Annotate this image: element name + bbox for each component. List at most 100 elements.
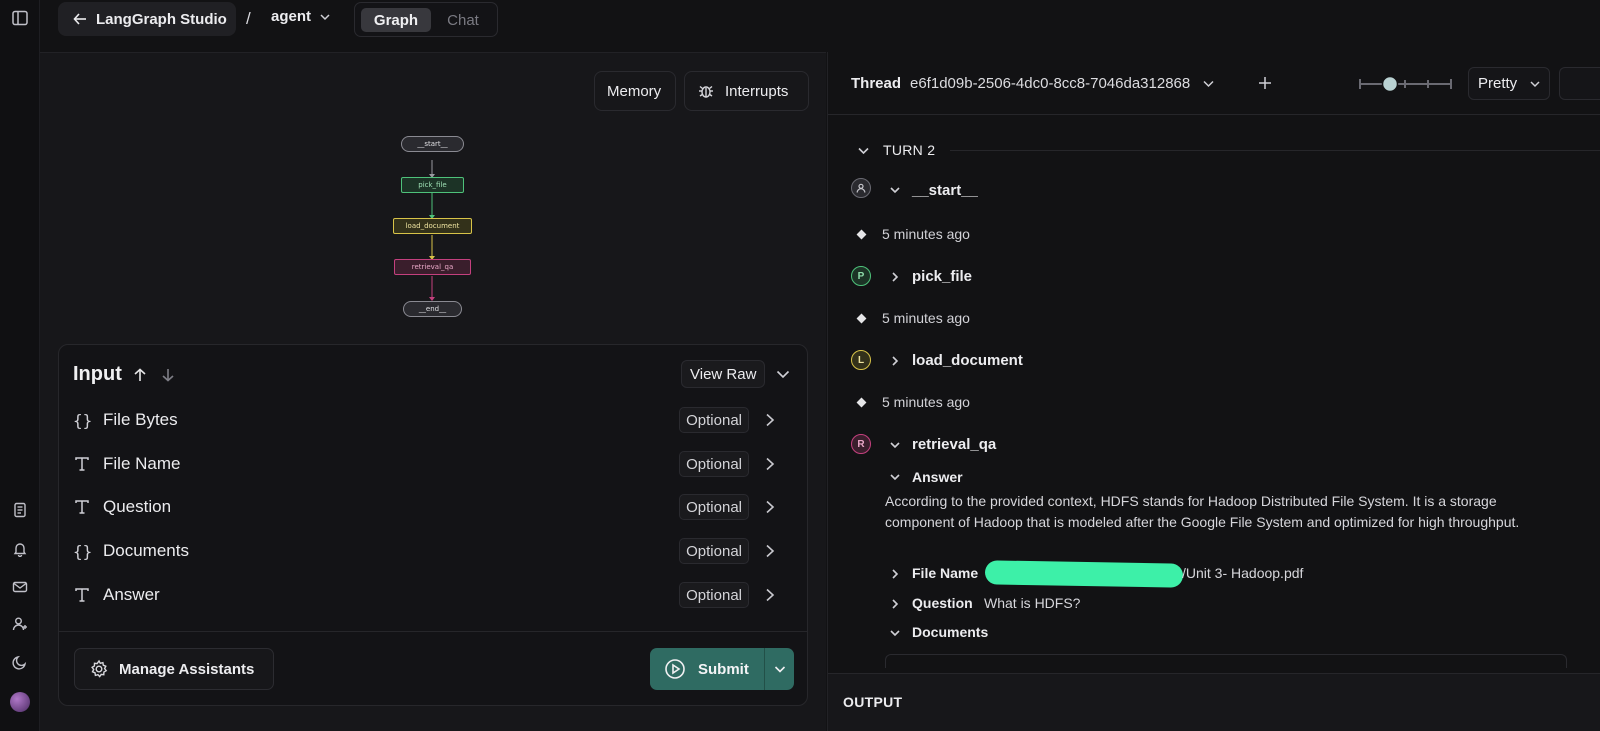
optional-badge: Optional [679,582,749,608]
answer-text: According to the provided context, HDFS … [885,493,1520,530]
graph-node-pick-file[interactable]: pick_file [401,177,464,193]
back-button[interactable]: LangGraph Studio [58,2,236,36]
mail-icon[interactable] [8,575,32,599]
diamond-icon [856,397,867,407]
step-avatar-load-document: L [851,350,871,370]
zoom-slider[interactable] [1358,74,1453,94]
chevron-right-icon[interactable] [763,413,777,427]
graph-node-end[interactable]: __end__ [403,301,462,317]
field-label: Question [103,497,172,516]
chevron-right-icon[interactable] [889,598,901,610]
step-avatar-retrieval-qa: R [851,434,871,454]
output-label: OUTPUT [843,694,903,710]
sidebar-toggle-icon[interactable] [8,6,32,30]
text-type-icon [73,498,97,516]
step-time: 5 minutes ago [856,394,970,410]
chevron-right-icon[interactable] [889,568,901,580]
divider [59,631,807,632]
chevron-down-icon[interactable] [889,439,901,451]
chevron-right-icon[interactable] [889,271,901,283]
file-name-key[interactable]: File Name [912,565,978,581]
arrow-down-icon[interactable] [160,367,176,383]
play-circle-icon [664,658,686,680]
answer-key[interactable]: Answer [912,469,963,485]
submit-options-button[interactable] [765,648,794,690]
time-text: 5 minutes ago [882,226,970,242]
manage-assistants-label: Manage Assistants [119,660,255,678]
graph-selector[interactable]: agent [271,8,331,25]
question-value: What is HDFS? [984,595,1081,611]
turn-divider [950,150,1600,151]
file-name-value: /Unit 3- Hadoop.pdf [1182,565,1304,581]
gear-icon [89,659,109,679]
new-thread-plus-icon[interactable] [1257,75,1273,91]
braces-icon: {} [73,410,93,430]
diamond-icon [856,313,867,323]
breadcrumb-separator: / [246,9,251,28]
redaction-mark [984,560,1184,588]
field-question[interactable]: Question Optional [73,489,793,525]
chevron-right-icon[interactable] [889,355,901,367]
input-header: Input [73,363,176,386]
chevron-right-icon[interactable] [763,500,777,514]
step-name-load-document[interactable]: load_document [912,352,1023,369]
chevron-down-icon [773,662,787,676]
submit-button-group: Submit [650,648,794,690]
optional-badge: Optional [679,407,749,433]
graph-node-retrieval-qa[interactable]: retrieval_qa [394,259,471,275]
notifications-icon[interactable] [8,537,32,561]
turn-label: TURN 2 [883,142,936,158]
input-panel: Input View Raw {} File Bytes Optional Fi… [58,344,808,706]
turn-chevron-icon[interactable] [857,144,870,157]
field-label: Documents [103,541,189,560]
submit-label: Submit [698,660,749,678]
view-raw-button[interactable]: View Raw [681,360,766,388]
field-label: Answer [103,585,160,604]
documents-key[interactable]: Documents [912,624,988,640]
chevron-right-icon[interactable] [763,588,777,602]
chevron-down-icon[interactable] [889,471,901,483]
chevron-down-icon [319,11,331,23]
view-mode-value: Pretty [1478,75,1518,92]
diamond-icon [856,229,867,239]
optional-badge: Optional [679,538,749,564]
top-bar: LangGraph Studio / agent Graph Chat [40,0,1600,40]
text-type-icon [73,586,97,604]
chevron-right-icon[interactable] [763,457,777,471]
step-time: 5 minutes ago [856,226,970,242]
view-mode-select[interactable]: Pretty [1468,67,1550,100]
step-name-start[interactable]: __start__ [912,182,978,199]
graph-node-start[interactable]: __start__ [401,136,464,152]
chevron-down-icon[interactable] [889,184,901,196]
chevron-right-icon[interactable] [763,544,777,558]
graph-node-load-document[interactable]: load_document [393,218,472,234]
dark-mode-icon[interactable] [8,650,32,674]
chevron-down-icon[interactable] [889,627,901,639]
thread-label: Thread [851,75,902,92]
collapse-chevron-icon[interactable] [775,366,791,382]
tab-graph[interactable]: Graph [361,8,431,32]
arrow-up-icon[interactable] [132,367,148,383]
field-file-bytes[interactable]: {} File Bytes Optional [73,402,793,438]
arrow-left-icon [72,11,88,27]
field-answer[interactable]: Answer Optional [73,577,793,613]
field-documents[interactable]: {} Documents Optional [73,533,793,569]
step-avatar-pick-file: P [851,266,871,286]
avatar[interactable] [8,690,32,714]
output-section: OUTPUT [828,673,1600,731]
tab-chat[interactable]: Chat [435,8,491,32]
field-file-name[interactable]: File Name Optional [73,446,793,482]
time-text: 5 minutes ago [882,310,970,326]
step-name-retrieval-qa[interactable]: retrieval_qa [912,436,996,453]
add-user-icon[interactable] [8,612,32,636]
thread-options-button[interactable] [1559,67,1600,100]
input-title: Input [73,363,122,385]
step-name-pick-file[interactable]: pick_file [912,268,972,285]
docs-icon[interactable] [8,498,32,522]
question-key[interactable]: Question [912,595,973,611]
submit-button[interactable]: Submit [650,648,764,690]
manage-assistants-button[interactable]: Manage Assistants [74,648,274,690]
view-tabs: Graph Chat [354,2,498,37]
time-text: 5 minutes ago [882,394,970,410]
thread-selector[interactable]: e6f1d09b-2506-4dc0-8cc8-7046da312868 [910,75,1215,92]
